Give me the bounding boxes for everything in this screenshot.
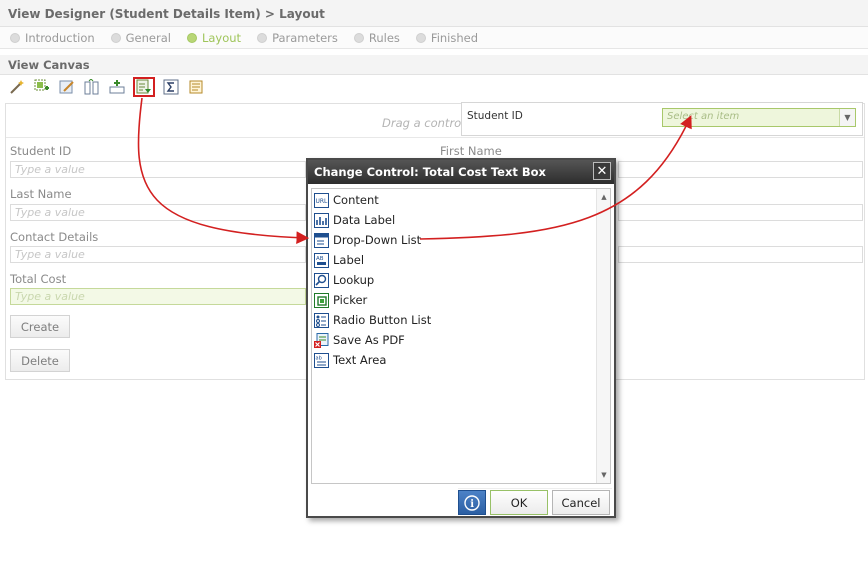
right-column-input[interactable] xyxy=(618,204,863,221)
dialog-title-text: Change Control: Total Cost Text Box xyxy=(314,165,546,179)
step-finished[interactable]: Finished xyxy=(415,30,479,45)
step-layout[interactable]: Layout xyxy=(186,30,242,45)
step-dot-icon xyxy=(257,32,268,43)
list-item-lookup[interactable]: Lookup xyxy=(314,271,374,289)
list-item-radio-button-list[interactable]: Radio Button List xyxy=(314,311,431,329)
list-item-content[interactable]: URL Content xyxy=(314,191,379,209)
text-area-icon: ab xyxy=(314,352,329,368)
drag-hint: Drag a contro xyxy=(382,116,462,130)
svg-text:AB: AB xyxy=(316,256,324,262)
wand-icon[interactable] xyxy=(8,78,26,96)
url-icon: URL xyxy=(314,192,329,208)
list-item-save-as-pdf[interactable]: Save As PDF xyxy=(314,331,405,349)
list-item-label: Label xyxy=(333,253,365,267)
step-dot-icon xyxy=(353,32,364,43)
preview-dropdown[interactable]: Select an item ▼ xyxy=(662,108,856,127)
first-name-input[interactable] xyxy=(618,161,863,178)
picker-icon xyxy=(314,292,329,308)
step-rules[interactable]: Rules xyxy=(353,30,400,45)
control-type-list: URL Content Data Label Drop-Down List AB… xyxy=(311,188,611,484)
edit-icon[interactable] xyxy=(58,78,76,96)
delete-button[interactable]: Delete xyxy=(10,349,70,372)
step-dot-icon xyxy=(415,32,426,43)
last-name-label: Last Name xyxy=(10,187,72,201)
list-item-label: Lookup xyxy=(333,273,375,287)
last-name-input[interactable]: Type a value xyxy=(10,204,306,221)
svg-text:URL: URL xyxy=(316,198,329,205)
contact-details-input[interactable]: Type a value xyxy=(10,246,306,263)
svg-text:ab: ab xyxy=(316,355,322,361)
step-label: Finished xyxy=(430,30,479,45)
data-label-icon xyxy=(314,212,329,228)
create-button[interactable]: Create xyxy=(10,315,70,338)
scroll-down-icon[interactable]: ▼ xyxy=(597,469,611,481)
info-button[interactable]: i xyxy=(458,490,486,515)
drag-drop-row[interactable]: Drag a contro Student ID Select an item … xyxy=(6,102,864,138)
page-title: View Designer (Student Details Item) > L… xyxy=(0,0,868,27)
step-dot-icon xyxy=(186,32,197,43)
canvas-header: View Canvas xyxy=(0,55,868,75)
chevron-down-icon[interactable]: ▼ xyxy=(839,109,855,126)
dropdown-list-icon xyxy=(314,232,329,248)
step-label: Parameters xyxy=(272,30,338,45)
total-cost-input[interactable]: Type a value xyxy=(10,288,306,305)
step-dot-icon xyxy=(110,32,121,43)
list-item-label: Data Label xyxy=(333,213,396,227)
list-item-label: Drop-Down List xyxy=(333,233,422,247)
cancel-button[interactable]: Cancel xyxy=(552,490,610,515)
step-label: Rules xyxy=(368,30,400,45)
ok-button[interactable]: OK xyxy=(490,490,548,515)
sum-icon[interactable] xyxy=(162,78,180,96)
lookup-icon xyxy=(314,272,329,288)
contact-details-extension[interactable] xyxy=(618,246,863,263)
control-preview-popup: Student ID Select an item ▼ xyxy=(461,102,863,136)
first-name-label: First Name xyxy=(440,144,502,158)
split-icon[interactable] xyxy=(83,78,101,96)
radio-list-icon xyxy=(314,312,329,328)
info-icon: i xyxy=(464,494,480,511)
pdf-icon xyxy=(314,332,329,348)
step-parameters[interactable]: Parameters xyxy=(257,31,338,45)
dialog-title: Change Control: Total Cost Text Box ✕ xyxy=(308,160,614,184)
close-icon[interactable]: ✕ xyxy=(593,162,611,180)
insert-row-icon[interactable] xyxy=(108,78,126,96)
popup-label: Student ID xyxy=(467,110,523,122)
student-id-input[interactable]: Type a value xyxy=(10,161,306,178)
list-item-drop-down-list[interactable]: Drop-Down List xyxy=(314,231,421,249)
canvas-toolbar xyxy=(0,76,868,98)
step-label: Layout xyxy=(201,30,242,45)
wizard-steps: Introduction General Layout Parameters R… xyxy=(0,27,868,49)
step-general[interactable]: General xyxy=(110,30,171,45)
student-id-label: Student ID xyxy=(10,144,72,158)
dropdown-placeholder: Select an item xyxy=(667,111,740,122)
list-item-label: Text Area xyxy=(333,353,387,367)
label-icon: AB xyxy=(314,252,329,268)
change-control-icon[interactable] xyxy=(133,77,155,97)
properties-icon[interactable] xyxy=(187,78,205,96)
add-control-icon[interactable] xyxy=(33,78,51,96)
list-item-label: Picker xyxy=(333,293,368,307)
list-item-label: Save As PDF xyxy=(333,333,405,347)
list-item-label-control[interactable]: AB Label xyxy=(314,251,364,269)
list-item-picker[interactable]: Picker xyxy=(314,291,367,309)
step-dot-icon xyxy=(10,32,20,43)
total-cost-label: Total Cost xyxy=(10,272,67,286)
change-control-dialog: Change Control: Total Cost Text Box ✕ UR… xyxy=(306,158,616,518)
list-item-text-area[interactable]: ab Text Area xyxy=(314,351,386,369)
step-label: Introduction xyxy=(25,30,95,45)
list-scrollbar[interactable]: ▲ ▼ xyxy=(596,189,610,483)
list-item-label: Content xyxy=(333,193,379,207)
step-introduction[interactable]: Introduction xyxy=(10,31,95,45)
info-glyph: i xyxy=(470,499,474,510)
dialog-footer: i OK Cancel xyxy=(458,488,612,516)
list-item-label: Radio Button List xyxy=(333,313,432,327)
contact-details-label: Contact Details xyxy=(10,230,99,244)
list-item-data-label[interactable]: Data Label xyxy=(314,211,395,229)
step-label: General xyxy=(125,30,171,45)
scroll-up-icon[interactable]: ▲ xyxy=(597,191,611,203)
